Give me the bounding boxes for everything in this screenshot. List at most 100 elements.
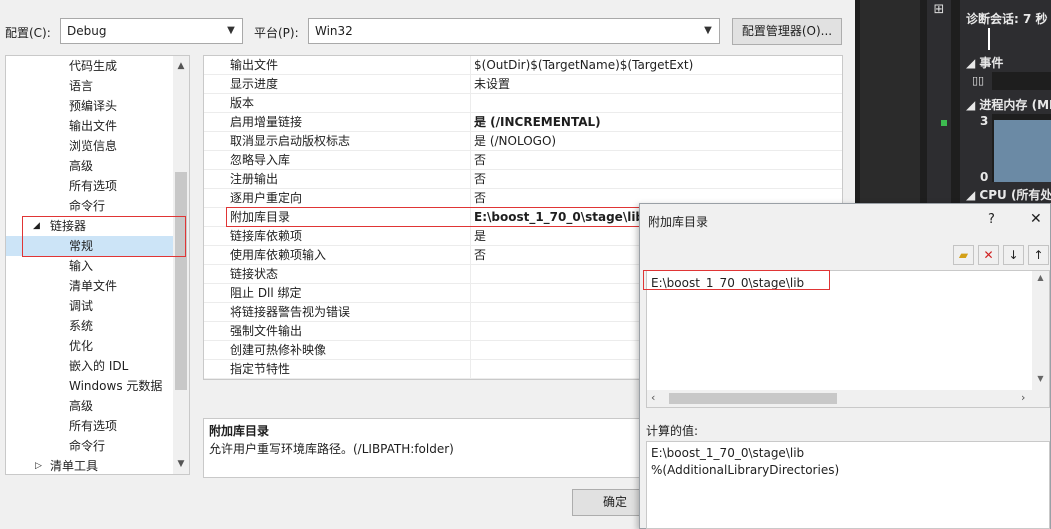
memory-min: 0 <box>980 170 989 184</box>
tree-item-precompiled-header[interactable]: 预编译头 <box>6 96 174 116</box>
scroll-up-icon[interactable]: ▲ <box>173 58 189 74</box>
close-button[interactable]: ✕ <box>1030 211 1042 227</box>
pause-icon[interactable]: ▯▯ <box>972 74 984 87</box>
tree-item-windows-metadata[interactable]: Windows 元数据 <box>6 376 174 396</box>
timeline-area <box>860 0 920 205</box>
directory-list[interactable]: E:\boost_1_70_0\stage\lib ▲ ▼ ‹ › <box>646 270 1050 408</box>
tree-item-optimization[interactable]: 优化 <box>6 336 174 356</box>
delete-line-button[interactable]: ✕ <box>978 245 999 265</box>
property-value[interactable]: 是 (/INCREMENTAL) <box>474 113 601 132</box>
property-value[interactable]: 是 <box>474 227 486 246</box>
property-value[interactable]: $(OutDir)$(TargetName)$(TargetExt) <box>474 56 693 75</box>
memory-max: 3 <box>980 114 989 128</box>
timeline-cursor <box>988 28 990 50</box>
tree-item-command-line[interactable]: 命令行 <box>6 196 174 216</box>
tree-item-manifest-file[interactable]: 清单文件 <box>6 276 174 296</box>
scroll-down-icon[interactable]: ▼ <box>173 456 189 472</box>
property-row[interactable]: 启用增量链接 是 (/INCREMENTAL) <box>204 113 842 132</box>
property-tree: 代码生成 语言 预编译头 输出文件 浏览信息 高级 所有选项 命令行 ◢ 链接器… <box>5 55 190 475</box>
computed-line: %(AdditionalLibraryDirectories) <box>651 463 840 477</box>
property-name: 创建可热修补映像 <box>230 343 327 357</box>
delete-icon: ✕ <box>983 248 994 262</box>
platform-select[interactable]: Win32 ▼ <box>308 18 720 44</box>
tree-item-output-files[interactable]: 输出文件 <box>6 116 174 136</box>
events-track <box>992 72 1051 90</box>
tree-item-all-options-linker[interactable]: 所有选项 <box>6 416 174 436</box>
property-row[interactable]: 输出文件 $(OutDir)$(TargetName)$(TargetExt) <box>204 56 842 75</box>
tree-item-system[interactable]: 系统 <box>6 316 174 336</box>
events-header[interactable]: ◢ 事件 <box>966 54 1003 71</box>
scroll-down-icon[interactable]: ▼ <box>1032 374 1049 383</box>
property-name: 指定节特性 <box>230 362 291 376</box>
arrow-down-icon: ↓ <box>1008 248 1019 262</box>
property-value[interactable]: 否 <box>474 151 486 170</box>
scroll-up-icon[interactable]: ▲ <box>1032 273 1049 282</box>
vertical-scrollbar[interactable]: ▲ ▼ <box>1032 271 1049 390</box>
tree-item-debugging[interactable]: 调试 <box>6 296 174 316</box>
memory-header[interactable]: ◢ 进程内存 (MB <box>966 96 1051 113</box>
scroll-right-icon[interactable]: › <box>1021 391 1025 404</box>
property-value[interactable]: 否 <box>474 189 486 208</box>
tree-item-advanced[interactable]: 高级 <box>6 156 174 176</box>
platform-label: 平台(P): <box>254 26 299 40</box>
dialog-title: 附加库目录 <box>648 215 709 229</box>
property-row[interactable]: 忽略导入库 否 <box>204 151 842 170</box>
property-row[interactable]: 注册输出 否 <box>204 170 842 189</box>
expand-arrow-icon: ◢ <box>966 188 976 202</box>
tree-scrollbar[interactable]: ▲ ▼ <box>173 56 189 474</box>
scroll-thumb[interactable] <box>669 393 837 404</box>
memory-chart <box>992 114 1051 182</box>
property-value[interactable]: 否 <box>474 246 486 265</box>
description-text: 允许用户重写环境库路径。(/LIBPATH:folder) <box>209 442 454 456</box>
config-select[interactable]: Debug ▼ <box>60 18 243 44</box>
help-button[interactable]: ? <box>988 212 995 227</box>
tree-item-advanced-linker[interactable]: 高级 <box>6 396 174 416</box>
computed-line: E:\boost_1_70_0\stage\lib <box>651 446 805 460</box>
tree-item-codegen[interactable]: 代码生成 <box>6 56 174 76</box>
cpu-header[interactable]: ◢ CPU (所有处理 <box>966 186 1051 203</box>
property-name: 阻止 Dll 绑定 <box>230 286 302 300</box>
move-up-button[interactable]: ↑ <box>1028 245 1049 265</box>
property-value[interactable]: 未设置 <box>474 75 510 94</box>
property-name: 显示进度 <box>230 77 279 91</box>
scroll-left-icon[interactable]: ‹ <box>651 391 655 404</box>
collapsed-triangle-icon[interactable]: ▷ <box>35 456 42 474</box>
highlight-additional-lib-dirs <box>226 207 646 227</box>
new-line-button[interactable]: ▰ <box>953 245 974 265</box>
description-title: 附加库目录 <box>209 424 270 438</box>
computed-values: E:\boost_1_70_0\stage\lib %(AdditionalLi… <box>646 441 1050 529</box>
horizontal-scrollbar[interactable]: ‹ › <box>647 390 1049 407</box>
property-row[interactable]: 显示进度 未设置 <box>204 75 842 94</box>
property-value[interactable]: 否 <box>474 170 486 189</box>
property-row[interactable]: 取消显示启动版权标志 是 (/NOLOGO) <box>204 132 842 151</box>
tree-item-manifest-tool[interactable]: ▷ 清单工具 <box>6 456 174 474</box>
tree-item-embedded-idl[interactable]: 嵌入的 IDL <box>6 356 174 376</box>
events-label: 事件 <box>979 56 1004 70</box>
tree-item-command-line-linker[interactable]: 命令行 <box>6 436 174 456</box>
status-dot-icon <box>941 120 947 126</box>
tree-item-browse-info[interactable]: 浏览信息 <box>6 136 174 156</box>
tree-item-manifest-tool-label: 清单工具 <box>50 459 99 473</box>
config-value: Debug <box>67 24 107 38</box>
property-value[interactable]: 是 (/NOLOGO) <box>474 132 556 151</box>
diagnostics-content: 诊断会话: 7 秒 ( ◢ 事件 ▯▯ ◢ 进程内存 (MB 3 0 ◢ CPU… <box>960 0 1051 210</box>
property-name: 注册输出 <box>230 172 279 186</box>
property-row[interactable]: 版本 <box>204 94 842 113</box>
property-name: 使用库依赖项输入 <box>230 248 327 262</box>
scroll-thumb[interactable] <box>175 172 187 390</box>
arrow-up-icon: ↑ <box>1033 248 1044 262</box>
property-name: 链接状态 <box>230 267 279 281</box>
tree-item-input[interactable]: 输入 <box>6 256 174 276</box>
highlight-entry <box>643 270 830 290</box>
property-name: 逐用户重定向 <box>230 191 303 205</box>
expand-arrow-icon: ◢ <box>966 56 976 70</box>
platform-value: Win32 <box>315 24 353 38</box>
property-name: 链接库依赖项 <box>230 229 303 243</box>
tree-item-all-options[interactable]: 所有选项 <box>6 176 174 196</box>
tree-item-language[interactable]: 语言 <box>6 76 174 96</box>
config-manager-button[interactable]: 配置管理器(O)... <box>732 18 842 45</box>
move-down-button[interactable]: ↓ <box>1003 245 1024 265</box>
config-label: 配置(C): <box>5 26 51 40</box>
pin-icon[interactable]: ⊞ <box>930 2 948 20</box>
property-name: 输出文件 <box>230 58 279 72</box>
